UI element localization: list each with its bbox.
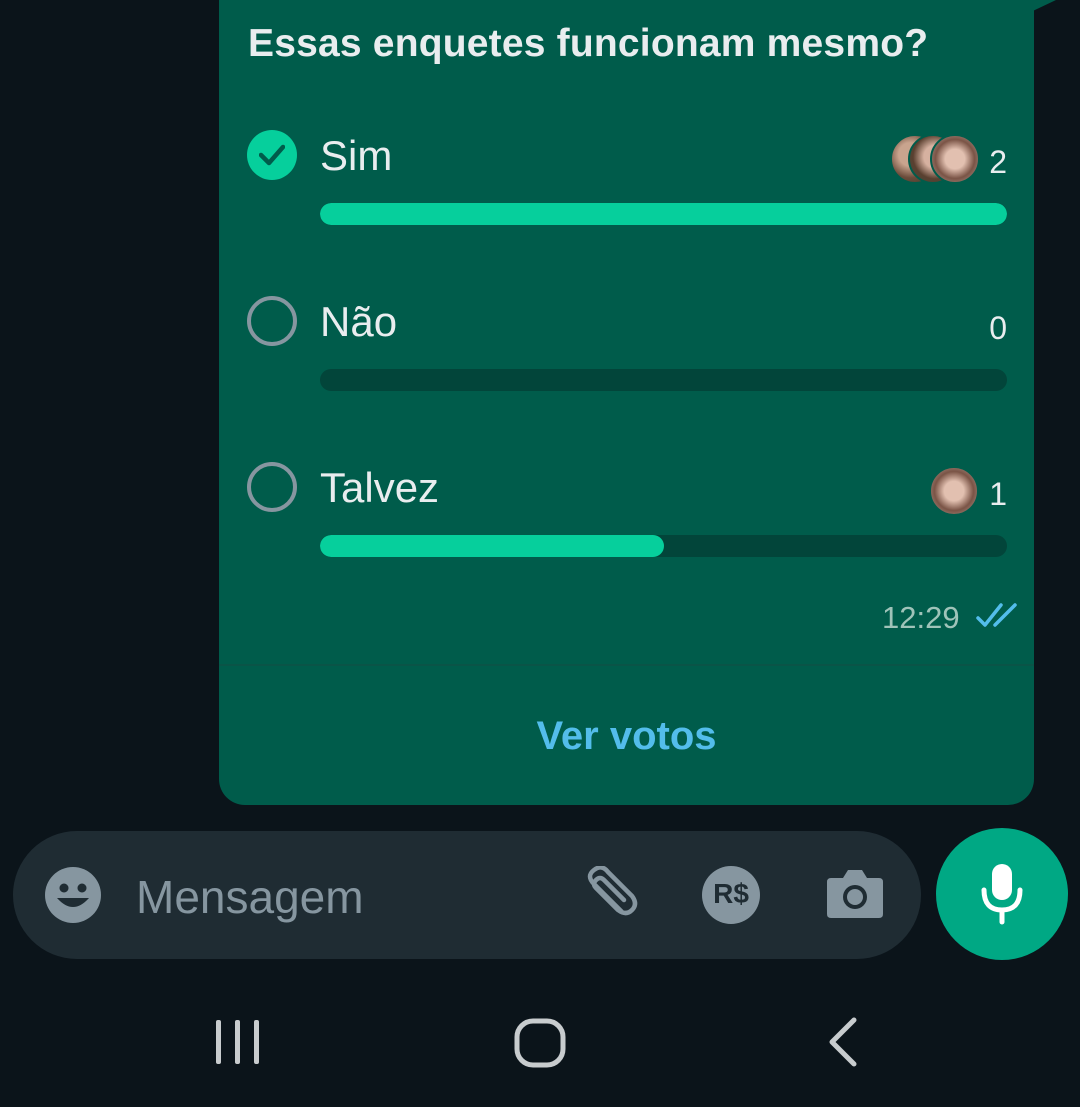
avatar — [930, 134, 980, 184]
empty-radio-icon[interactable] — [247, 462, 297, 512]
vote-count: 2 — [989, 144, 1007, 180]
recent-apps-icon[interactable] — [213, 1018, 263, 1066]
attach-icon[interactable] — [576, 866, 640, 924]
option-label: Não — [320, 298, 398, 345]
payment-icon[interactable]: R$ — [702, 866, 760, 924]
poll-question: Essas enquetes funcionam mesmo? — [248, 22, 929, 65]
vote-count: 1 — [989, 476, 1007, 512]
avatar — [929, 466, 979, 516]
vote-progress-fill — [320, 535, 664, 557]
checked-radio-icon[interactable] — [247, 130, 297, 180]
message-input[interactable]: Mensagem — [136, 870, 364, 924]
voter-avatars — [890, 134, 980, 184]
view-votes-button[interactable]: Ver votos — [219, 714, 1034, 759]
voter-avatars — [929, 466, 979, 516]
option-label: Sim — [320, 132, 393, 179]
double-check-icon — [976, 603, 1017, 627]
vote-progress-bar — [320, 203, 1007, 225]
camera-icon[interactable] — [825, 866, 885, 920]
payment-icon-label: R$ — [713, 878, 749, 909]
empty-radio-icon[interactable] — [247, 296, 297, 346]
emoji-icon[interactable] — [44, 866, 102, 924]
mic-icon — [981, 864, 1023, 925]
bubble-tail — [1018, 0, 1056, 18]
option-label: Talvez — [320, 464, 440, 511]
vote-progress-bar — [320, 369, 1007, 391]
vote-progress-bar — [320, 535, 1007, 557]
poll-option-talvez[interactable]: Talvez 1 — [0, 462, 1080, 582]
mic-button[interactable] — [936, 828, 1068, 960]
back-icon[interactable] — [822, 1016, 862, 1068]
bubble-divider — [219, 664, 1034, 666]
vote-progress-fill — [320, 203, 1007, 225]
poll-option-sim[interactable]: Sim 2 — [0, 130, 1080, 250]
home-icon[interactable] — [514, 1018, 566, 1068]
system-navigation-bar — [0, 972, 1080, 1107]
poll-option-nao[interactable]: Não 0 — [0, 296, 1080, 416]
vote-count: 0 — [989, 310, 1007, 346]
message-time: 12:29 — [882, 600, 960, 635]
